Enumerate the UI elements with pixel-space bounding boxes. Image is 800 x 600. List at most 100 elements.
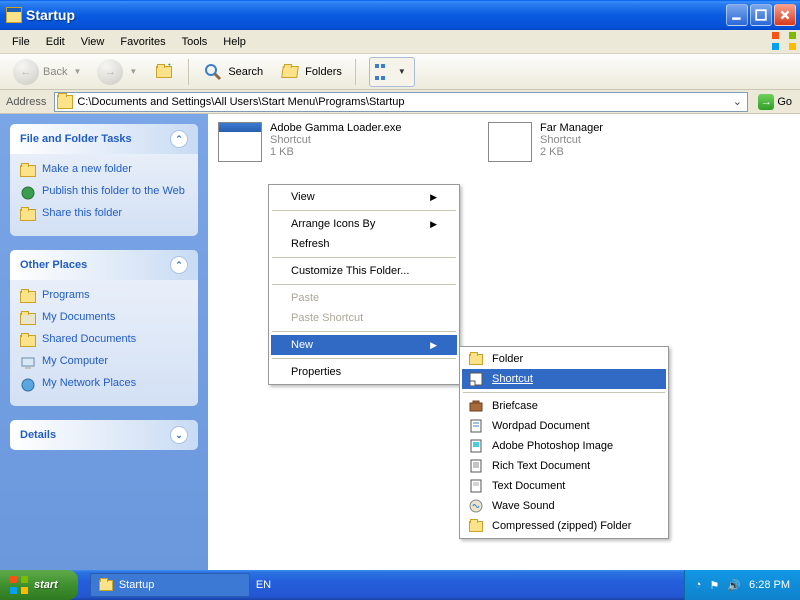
- place-my-network-places[interactable]: My Network Places: [20, 374, 188, 396]
- menu-edit[interactable]: Edit: [38, 33, 73, 51]
- separator: [188, 59, 189, 85]
- toolbar: ← Back ▼ → ▼ ↑ Search Folders ▼: [0, 54, 800, 90]
- file-type: Shortcut: [540, 134, 603, 146]
- folders-button[interactable]: Folders: [272, 56, 349, 88]
- side-panel: File and Folder Tasks ⌃ Make a new folde…: [0, 114, 208, 570]
- views-button[interactable]: ▼: [362, 52, 422, 92]
- window-controls: [726, 4, 796, 26]
- tray-icon[interactable]: ◔: [695, 579, 702, 591]
- new-wordpad-document[interactable]: Wordpad Document: [462, 416, 666, 436]
- tray-volume-icon[interactable]: 🔊: [727, 579, 741, 592]
- folder-icon: [57, 95, 73, 109]
- views-icon: ▼: [369, 57, 415, 87]
- ctx-view[interactable]: View▶: [271, 187, 457, 207]
- task-new-folder[interactable]: Make a new folder: [20, 160, 188, 182]
- forward-button[interactable]: → ▼: [90, 54, 144, 90]
- expand-icon[interactable]: ⌄: [170, 426, 188, 444]
- submenu-arrow-icon: ▶: [430, 219, 437, 230]
- body-area: File and Folder Tasks ⌃ Make a new folde…: [0, 114, 800, 570]
- chevron-down-icon: ▼: [73, 67, 81, 76]
- folder-up-icon: ↑: [153, 61, 175, 83]
- share-folder-icon: [20, 207, 36, 223]
- search-icon: [202, 61, 224, 83]
- new-photoshop-image[interactable]: Adobe Photoshop Image: [462, 436, 666, 456]
- zip-folder-icon: [468, 518, 484, 534]
- ctx-arrange-icons[interactable]: Arrange Icons By▶: [271, 214, 457, 234]
- submenu-arrow-icon: ▶: [430, 340, 437, 351]
- maximize-button[interactable]: [750, 4, 772, 26]
- system-tray: ◔ ⚑ 🔊 6:28 PM: [684, 570, 800, 600]
- collapse-icon[interactable]: ⌃: [170, 130, 188, 148]
- place-shared-documents[interactable]: Shared Documents: [20, 330, 188, 352]
- taskbar-item-startup[interactable]: Startup: [90, 573, 250, 597]
- new-folder[interactable]: Folder: [462, 349, 666, 369]
- search-label: Search: [228, 66, 263, 78]
- folder-icon: [6, 7, 22, 23]
- menu-favorites[interactable]: Favorites: [112, 33, 173, 51]
- folders-label: Folders: [305, 66, 342, 78]
- menu-tools[interactable]: Tools: [174, 33, 216, 51]
- back-button[interactable]: ← Back ▼: [6, 54, 88, 90]
- menu-view[interactable]: View: [73, 33, 113, 51]
- new-shortcut[interactable]: Shortcut: [462, 369, 666, 389]
- panel-header[interactable]: Details ⌄: [10, 420, 198, 450]
- address-input[interactable]: [77, 96, 725, 108]
- go-label: Go: [777, 96, 792, 108]
- place-programs[interactable]: Programs: [20, 286, 188, 308]
- file-name: Adobe Gamma Loader.exe: [270, 122, 401, 134]
- panel-details: Details ⌄: [10, 420, 198, 450]
- briefcase-icon: [468, 398, 484, 414]
- new-compressed-folder[interactable]: Compressed (zipped) Folder: [462, 516, 666, 536]
- windows-logo-icon: [10, 576, 28, 594]
- collapse-icon[interactable]: ⌃: [170, 256, 188, 274]
- place-my-computer[interactable]: My Computer: [20, 352, 188, 374]
- text-document-icon: [468, 478, 484, 494]
- file-item-adobe-gamma[interactable]: Adobe Gamma Loader.exe Shortcut 1 KB: [218, 122, 478, 162]
- ctx-new[interactable]: New▶: [271, 335, 457, 355]
- shortcut-thumbnail: [218, 122, 262, 162]
- up-button[interactable]: ↑: [146, 56, 182, 88]
- shortcut-icon: [468, 371, 484, 387]
- place-my-documents[interactable]: My Documents: [20, 308, 188, 330]
- folders-icon: [279, 61, 301, 83]
- wave-sound-icon: [468, 498, 484, 514]
- back-label: Back: [43, 66, 67, 78]
- start-label: start: [34, 579, 58, 591]
- minimize-button[interactable]: [726, 4, 748, 26]
- file-name: Far Manager: [540, 122, 603, 134]
- submenu-arrow-icon: ▶: [430, 192, 437, 203]
- search-button[interactable]: Search: [195, 56, 270, 88]
- panel-header[interactable]: Other Places ⌃: [10, 250, 198, 280]
- address-label: Address: [4, 96, 48, 108]
- addressbar: Address ⌄ → Go: [0, 90, 800, 114]
- new-wave-sound[interactable]: Wave Sound: [462, 496, 666, 516]
- ctx-properties[interactable]: Properties: [271, 362, 457, 382]
- ctx-refresh[interactable]: Refresh: [271, 234, 457, 254]
- menu-help[interactable]: Help: [215, 33, 254, 51]
- task-publish-web[interactable]: Publish this folder to the Web: [20, 182, 188, 204]
- close-button[interactable]: [774, 4, 796, 26]
- new-rich-text-document[interactable]: Rich Text Document: [462, 456, 666, 476]
- tray-icon[interactable]: ⚑: [709, 579, 719, 592]
- new-text-document[interactable]: Text Document: [462, 476, 666, 496]
- clock[interactable]: 6:28 PM: [749, 579, 790, 591]
- menu-file[interactable]: File: [4, 33, 38, 51]
- forward-arrow-icon: →: [97, 59, 123, 85]
- start-button[interactable]: start: [0, 570, 78, 600]
- ctx-paste: Paste: [271, 288, 457, 308]
- ctx-customize-folder[interactable]: Customize This Folder...: [271, 261, 457, 281]
- panel-title: Other Places: [20, 259, 87, 271]
- new-briefcase[interactable]: Briefcase: [462, 396, 666, 416]
- my-documents-icon: [20, 311, 36, 327]
- address-dropdown-button[interactable]: ⌄: [729, 95, 745, 108]
- panel-header[interactable]: File and Folder Tasks ⌃: [10, 124, 198, 154]
- address-input-container[interactable]: ⌄: [54, 92, 748, 112]
- ctx-paste-shortcut: Paste Shortcut: [271, 308, 457, 328]
- go-button[interactable]: → Go: [754, 92, 796, 112]
- task-share-folder[interactable]: Share this folder: [20, 204, 188, 226]
- file-item-far-manager[interactable]: Far Manager Shortcut 2 KB: [488, 122, 748, 162]
- folder-contents[interactable]: Adobe Gamma Loader.exe Shortcut 1 KB Far…: [208, 114, 800, 570]
- folder-icon: [468, 351, 484, 367]
- language-indicator[interactable]: EN: [250, 579, 277, 591]
- shortcut-thumbnail: [488, 122, 532, 162]
